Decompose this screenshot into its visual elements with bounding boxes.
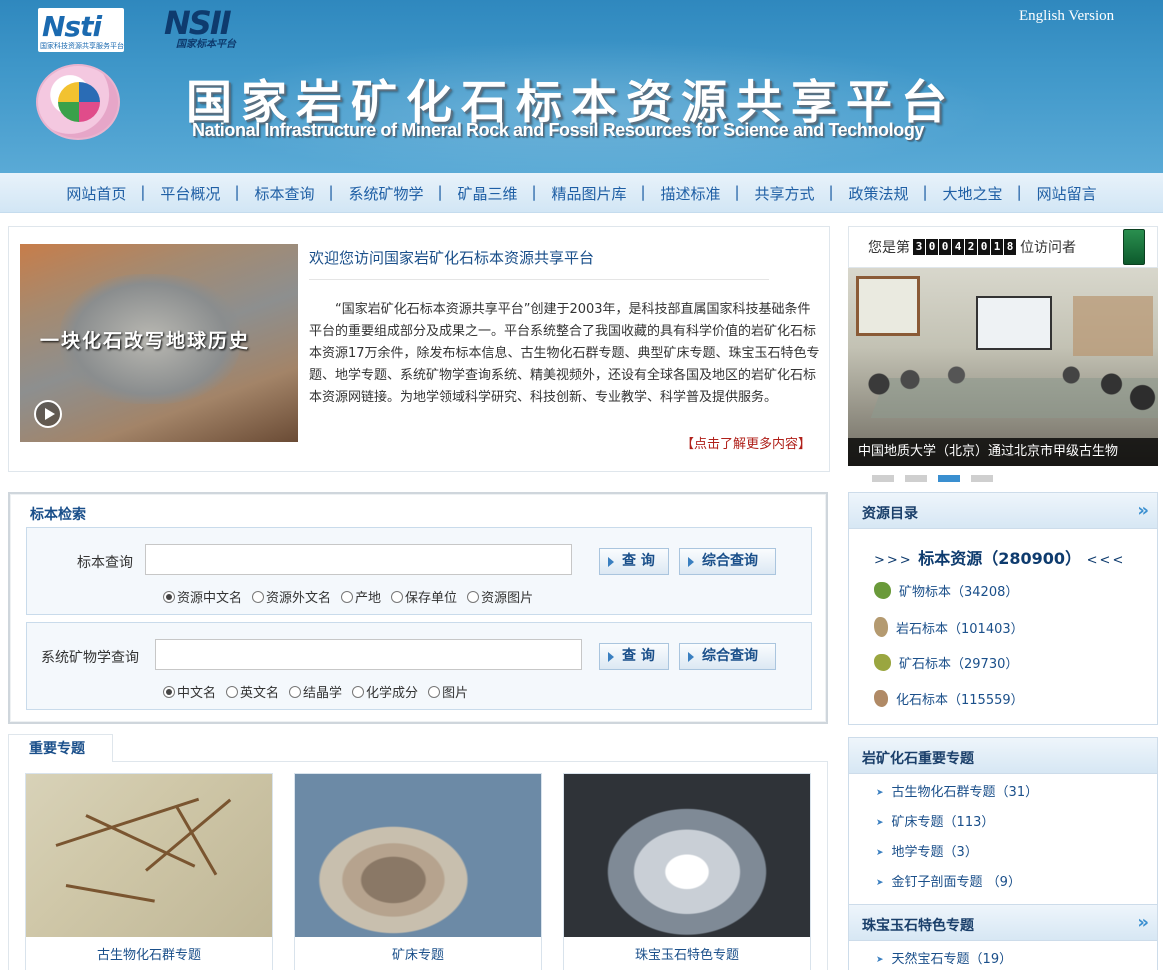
english-version-link[interactable]: English Version: [1019, 8, 1114, 25]
mine-image[interactable]: [295, 774, 541, 937]
nav-item-crystal-3d[interactable]: 矿晶三维: [437, 183, 534, 204]
slide-indicators: [872, 475, 1004, 482]
tab-important-topics[interactable]: 重要专题: [8, 734, 113, 762]
nav-item-guestbook[interactable]: 网站留言: [1017, 183, 1114, 204]
welcome-heading: 欢迎您访问国家岩矿化石标本资源共享平台: [309, 249, 595, 267]
option-image[interactable]: 资源图片: [467, 587, 533, 606]
visitor-count-digits: 30042018: [913, 239, 1017, 255]
search-title: 标本检索: [30, 507, 86, 523]
option-en-name[interactable]: 英文名: [226, 682, 279, 701]
option-crystallography[interactable]: 结晶学: [289, 682, 342, 701]
resource-item-mineral[interactable]: 矿物标本（34208）: [874, 581, 1018, 600]
topic-card-fossil[interactable]: 古生物化石群专题: [25, 773, 273, 970]
resource-catalog-header: 资源目录 »: [849, 493, 1157, 529]
important-topics-list-panel: 岩矿化石重要专题 ➤ 古生物化石群专题（31） ➤ 矿床专题（113） ➤ 地学专题（…: [848, 737, 1158, 905]
diamond-image[interactable]: [564, 774, 810, 937]
nav-item-policy[interactable]: 政策法规: [829, 183, 926, 204]
visitor-counter: 您是第 30042018 位访问者: [848, 226, 1158, 268]
specimen-advanced-query-button[interactable]: 综合查询: [679, 548, 776, 575]
list-item[interactable]: ➤ 古生物化石群专题（31）: [876, 778, 1038, 808]
important-topics-panel: 古生物化石群专题 矿床专题 珠宝玉石特色专题: [8, 761, 828, 970]
slide-dot-active[interactable]: [938, 475, 960, 482]
projector-screen: [976, 296, 1052, 350]
mineralogy-search-input[interactable]: [155, 639, 582, 670]
specimen-query-button[interactable]: 查 询: [599, 548, 669, 575]
option-cn-name[interactable]: 中文名: [163, 682, 216, 701]
site-header: Nsti 国家科技资源共享服务平台 NSII 国家标本平台 English Ve…: [0, 0, 1163, 173]
resource-catalog-panel: 资源目录 » >>> 标本资源（280900） <<< 矿物标本（34208） …: [848, 492, 1158, 725]
counter-device-icon: [1123, 229, 1145, 265]
fossil-image[interactable]: [26, 774, 272, 937]
specimen-search-label: 标本查询: [77, 555, 133, 571]
welcome-body: “国家岩矿化石标本资源共享平台”创建于2003年，是科技部直属国家科技基础条件平…: [309, 302, 820, 405]
resource-item-fossil[interactable]: 化石标本（115559）: [874, 689, 1024, 708]
option-foreign-name[interactable]: 资源外文名: [252, 587, 331, 606]
specimen-search-options: 资源中文名 资源外文名 产地 保存单位 资源图片: [163, 587, 543, 606]
resource-item-ore[interactable]: 矿石标本（29730）: [874, 653, 1018, 672]
nav-item-overview[interactable]: 平台概况: [140, 183, 237, 204]
ore-icon: [874, 654, 891, 671]
important-topics-list-header: 岩矿化石重要专题: [849, 738, 1157, 774]
list-item[interactable]: ➤ 天然宝石专题（19）: [876, 945, 1012, 970]
mineralogy-search-options: 中文名 英文名 结晶学 化学成分 图片: [163, 682, 478, 701]
list-item[interactable]: ➤ 金钉子剖面专题 （9）: [876, 868, 1038, 898]
resource-total[interactable]: >>> 标本资源（280900） <<<: [874, 545, 1125, 569]
mineralogy-advanced-query-button[interactable]: 综合查询: [679, 643, 776, 670]
nav-item-earth-treasure[interactable]: 大地之宝: [923, 183, 1020, 204]
mineralogy-search-box: 系统矿物学查询 查 询 综合查询 中文名 英文名 结晶学 化学成分 图片: [26, 622, 812, 710]
site-title-en: National Infrastructure of Mineral Rock …: [192, 120, 925, 140]
play-icon[interactable]: [34, 400, 62, 428]
specimen-search-box: 标本查询 查 询 综合查询 资源中文名 资源外文名 产地 保存单位 资源图片: [26, 527, 812, 615]
gem-topics-panel: 珠宝玉石特色专题 » ➤ 天然宝石专题（19）: [848, 904, 1158, 970]
slide-dot[interactable]: [872, 475, 894, 482]
option-chemistry[interactable]: 化学成分: [352, 682, 418, 701]
mineralogy-query-button[interactable]: 查 询: [599, 643, 669, 670]
rock-icon: [874, 617, 888, 637]
nav-item-standards[interactable]: 描述标准: [640, 183, 738, 204]
video-caption: 一块化石改写地球历史: [40, 330, 251, 352]
more-arrow-icon[interactable]: »: [1137, 912, 1148, 933]
nav-item-gallery[interactable]: 精品图片库: [531, 183, 643, 204]
resource-item-rock[interactable]: 岩石标本（101403）: [874, 617, 1024, 637]
intro-video-thumbnail[interactable]: 一块化石改写地球历史: [20, 244, 298, 442]
news-slideshow[interactable]: 中国地质大学（北京）通过北京市甲级古生物: [848, 268, 1158, 466]
nsti-logo[interactable]: Nsti 国家科技资源共享服务平台: [38, 8, 124, 52]
mineral-icon: [874, 582, 891, 599]
nav-item-specimen-search[interactable]: 标本查询: [234, 183, 331, 204]
option-origin[interactable]: 产地: [341, 587, 381, 606]
nsii-logo[interactable]: NSII 国家标本平台: [162, 4, 260, 50]
divider: [309, 279, 769, 280]
fossil-icon: [874, 690, 888, 707]
slide-dot[interactable]: [905, 475, 927, 482]
more-arrow-icon[interactable]: »: [1137, 500, 1148, 521]
topic-card-deposit[interactable]: 矿床专题: [294, 773, 542, 970]
slide-caption[interactable]: 中国地质大学（北京）通过北京市甲级古生物: [848, 438, 1158, 466]
nav-item-home[interactable]: 网站首页: [49, 183, 143, 204]
platform-emblem-icon: [36, 64, 120, 140]
important-topics-list: ➤ 古生物化石群专题（31） ➤ 矿床专题（113） ➤ 地学专题（3） ➤ 金钉子剖面…: [876, 778, 1038, 898]
list-item[interactable]: ➤ 矿床专题（113）: [876, 808, 1038, 838]
option-cn-name[interactable]: 资源中文名: [163, 587, 242, 606]
main-nav: 网站首页 平台概况 标本查询 系统矿物学 矿晶三维 精品图片库 描述标准 共享方…: [0, 173, 1163, 213]
gem-topics-header: 珠宝玉石特色专题 »: [849, 905, 1157, 941]
topic-card-gem[interactable]: 珠宝玉石特色专题: [563, 773, 811, 970]
specimen-search-panel: 标本检索 标本查询 查 询 综合查询 资源中文名 资源外文名 产地 保存单位 资…: [8, 492, 828, 724]
nav-item-mineralogy[interactable]: 系统矿物学: [328, 183, 440, 204]
option-image[interactable]: 图片: [428, 682, 468, 701]
read-more-link[interactable]: 【点击了解更多内容】: [681, 433, 811, 452]
gem-topics-list: ➤ 天然宝石专题（19）: [876, 945, 1012, 970]
welcome-panel: 一块化石改写地球历史 欢迎您访问国家岩矿化石标本资源共享平台 “国家岩矿化石标本…: [8, 226, 830, 472]
slide-dot[interactable]: [971, 475, 993, 482]
nav-item-sharing[interactable]: 共享方式: [735, 183, 832, 204]
option-holder[interactable]: 保存单位: [391, 587, 457, 606]
mineralogy-search-label: 系统矿物学查询: [41, 650, 139, 666]
specimen-search-input[interactable]: [145, 544, 572, 575]
list-item[interactable]: ➤ 地学专题（3）: [876, 838, 1038, 868]
